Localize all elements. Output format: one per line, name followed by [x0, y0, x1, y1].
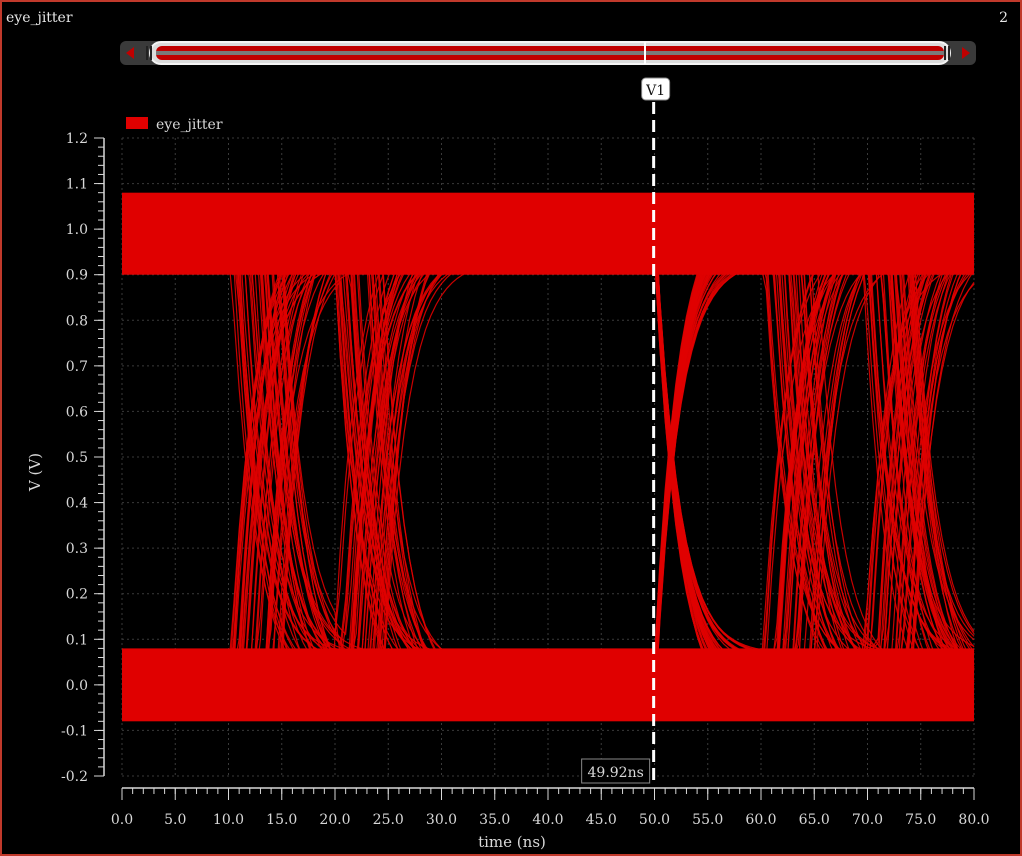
x-tick-label: 75.0 [905, 812, 936, 828]
y-tick-label: 0.7 [66, 359, 88, 375]
y-axis-label: V (V) [26, 453, 44, 492]
y-tick-label: 0.6 [66, 404, 88, 420]
x-tick-label: 70.0 [852, 812, 883, 828]
y-tick-label: 0.1 [66, 632, 88, 648]
cursor-readout: 49.92ns [588, 765, 644, 781]
x-tick-label: 80.0 [958, 812, 989, 828]
x-tick-label: 15.0 [266, 812, 297, 828]
legend[interactable]: eye_jitter [126, 117, 223, 133]
y-tick-label: 0.8 [66, 313, 88, 329]
y-tick-label: 0.2 [66, 587, 88, 603]
x-tick-label: 5.0 [164, 812, 186, 828]
x-tick-label: 55.0 [692, 812, 723, 828]
eye-diagram-plot[interactable]: 1.2 1.1 1.0 0.9 0.8 0.7 0.6 0.5 0.4 0.3 0.2 0.1 0.0 -… [2, 2, 1020, 854]
x-tick-label: 25.0 [373, 812, 404, 828]
y-tick-label: 1.2 [66, 131, 88, 147]
x-tick-label: 40.0 [532, 812, 563, 828]
y-tick-label: 0.4 [66, 496, 88, 512]
x-tick-label: 10.0 [213, 812, 244, 828]
cursor-name: V1 [645, 83, 665, 99]
x-tick-label: 30.0 [426, 812, 457, 828]
y-tick-label: 0.9 [66, 268, 88, 284]
y-tick-label: 0.0 [66, 678, 88, 694]
y-tick-label: 1.1 [66, 177, 88, 193]
y-tick-label: 0.5 [66, 450, 88, 466]
y-tick-label: 1.0 [66, 222, 88, 238]
x-tick-label: 45.0 [586, 812, 617, 828]
waveform-window: eye_jitter 2 1.2 1.1 1.0 0.9 0.8 0.7 0.6 0.5 0.4… [0, 0, 1022, 856]
y-tick-label: 0.3 [66, 541, 88, 557]
low-level-band [122, 648, 974, 722]
x-tick-label: 35.0 [479, 812, 510, 828]
x-tick-label: 65.0 [799, 812, 830, 828]
legend-swatch [126, 117, 148, 129]
y-tick-label: -0.1 [61, 723, 88, 739]
legend-label: eye_jitter [156, 117, 223, 133]
x-tick-label: 50.0 [639, 812, 670, 828]
x-tick-label: 0.0 [111, 812, 133, 828]
y-tick-label: -0.2 [61, 769, 88, 785]
x-tick-label: 20.0 [319, 812, 350, 828]
high-level-band [122, 192, 974, 275]
x-axis-label: time (ns) [478, 833, 546, 851]
x-tick-label: 60.0 [745, 812, 776, 828]
